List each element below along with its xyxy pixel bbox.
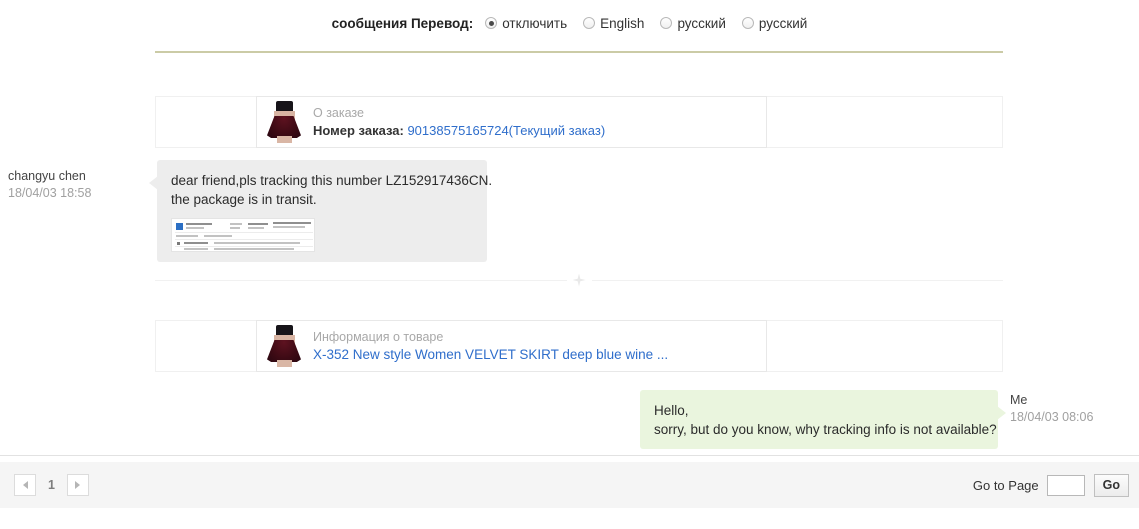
- translate-option-disable-label: отключить: [502, 15, 568, 31]
- translate-option-english-label: English: [600, 15, 645, 31]
- outgoing-message-line-1: Hello,: [654, 403, 689, 418]
- footer-separator: [0, 455, 1139, 456]
- attachment-logo-icon: [176, 223, 183, 230]
- incoming-message-line-1: dear friend,pls tracking this number LZ1…: [171, 173, 493, 188]
- order-info-row: О заказе Номер заказа: 90138575165724(Те…: [155, 96, 1003, 148]
- order-number-label: Номер заказа:: [313, 123, 404, 138]
- pagination-next-button[interactable]: [66, 474, 89, 496]
- radio-icon-english[interactable]: [583, 17, 596, 29]
- order-number-line: Номер заказа: 90138575165724(Текущий зак…: [313, 122, 605, 139]
- pagination-prev-button[interactable]: [14, 474, 36, 496]
- product-info-card[interactable]: Информация о товаре X-352 New style Wome…: [256, 320, 767, 372]
- translate-option-russian-2-label: русский: [758, 15, 808, 31]
- pagination-current-page[interactable]: 1: [48, 478, 55, 492]
- outgoing-message-bubble: Hello, sorry, but do you know, why track…: [640, 390, 1006, 449]
- incoming-sender-name: changyu chen: [8, 169, 86, 183]
- goto-page-input[interactable]: [1046, 474, 1085, 496]
- translate-option-disable[interactable]: отключить: [485, 16, 567, 31]
- chevron-right-icon: [75, 481, 81, 489]
- sparkle-icon: [572, 273, 586, 287]
- pagination-footer: 1 Go to Page Go: [0, 462, 1139, 508]
- goto-page-label: Go to Page: [972, 477, 1039, 493]
- conversation-day-divider: [155, 272, 1003, 288]
- radio-icon-russian-1[interactable]: [660, 17, 673, 29]
- order-info-caption: О заказе: [313, 106, 364, 120]
- product-info-caption: Информация о товаре: [313, 330, 444, 344]
- translate-option-russian-1-label: русский: [677, 15, 726, 31]
- outgoing-message-line-2: sorry, but do you know, why tracking inf…: [654, 422, 997, 437]
- order-number-value[interactable]: 90138575165724(Текущий заказ): [407, 123, 605, 138]
- goto-page-group: Go to Page Go: [972, 473, 1129, 497]
- product-info-row: Информация о товаре X-352 New style Wome…: [155, 320, 1003, 372]
- translate-option-russian-1[interactable]: русский: [660, 15, 726, 31]
- product-thumbnail-product: [265, 325, 303, 367]
- product-info-text: Информация о товаре X-352 New style Wome…: [313, 329, 668, 363]
- product-thumbnail-order: [265, 101, 303, 143]
- radio-icon-russian-2[interactable]: [741, 17, 754, 29]
- outgoing-timestamp: 18/04/03 08:06: [1010, 410, 1094, 424]
- order-info-card[interactable]: О заказе Номер заказа: 90138575165724(Те…: [256, 96, 767, 148]
- translate-label: сообщения Перевод:: [331, 15, 474, 31]
- order-info-text: О заказе Номер заказа: 90138575165724(Те…: [313, 105, 605, 139]
- chevron-left-icon: [22, 481, 28, 489]
- product-title-link[interactable]: X-352 New style Women VELVET SKIRT deep …: [313, 346, 668, 363]
- pagination-controls: 1: [14, 474, 89, 496]
- translate-bar: сообщения Перевод: отключить English рус…: [0, 0, 1139, 46]
- incoming-message-bubble: dear friend,pls tracking this number LZ1…: [149, 160, 493, 262]
- bubble-tail-outgoing: [997, 406, 1006, 420]
- radio-icon-disable[interactable]: [485, 17, 498, 29]
- translate-option-russian-2[interactable]: русский: [741, 15, 808, 31]
- outgoing-sender-name: Me: [1010, 393, 1028, 407]
- tracking-screenshot-attachment[interactable]: [171, 218, 315, 252]
- go-button[interactable]: Go: [1093, 473, 1129, 497]
- header-divider: [155, 51, 1003, 53]
- conversation-panel: О заказе Номер заказа: 90138575165724(Те…: [0, 60, 1139, 455]
- incoming-message-line-2: the package is in transit.: [171, 192, 317, 207]
- translate-radio-group: отключить English русский русский: [485, 16, 807, 31]
- translate-option-english[interactable]: English: [583, 16, 644, 31]
- divider-line-left: [155, 279, 567, 281]
- divider-line-right: [591, 279, 1003, 281]
- incoming-timestamp: 18/04/03 18:58: [8, 186, 92, 200]
- bubble-tail-incoming: [149, 176, 158, 190]
- outgoing-message-meta: Me 18/04/03 08:06: [1010, 392, 1093, 426]
- incoming-message-meta: changyu chen 18/04/03 18:58: [8, 168, 91, 202]
